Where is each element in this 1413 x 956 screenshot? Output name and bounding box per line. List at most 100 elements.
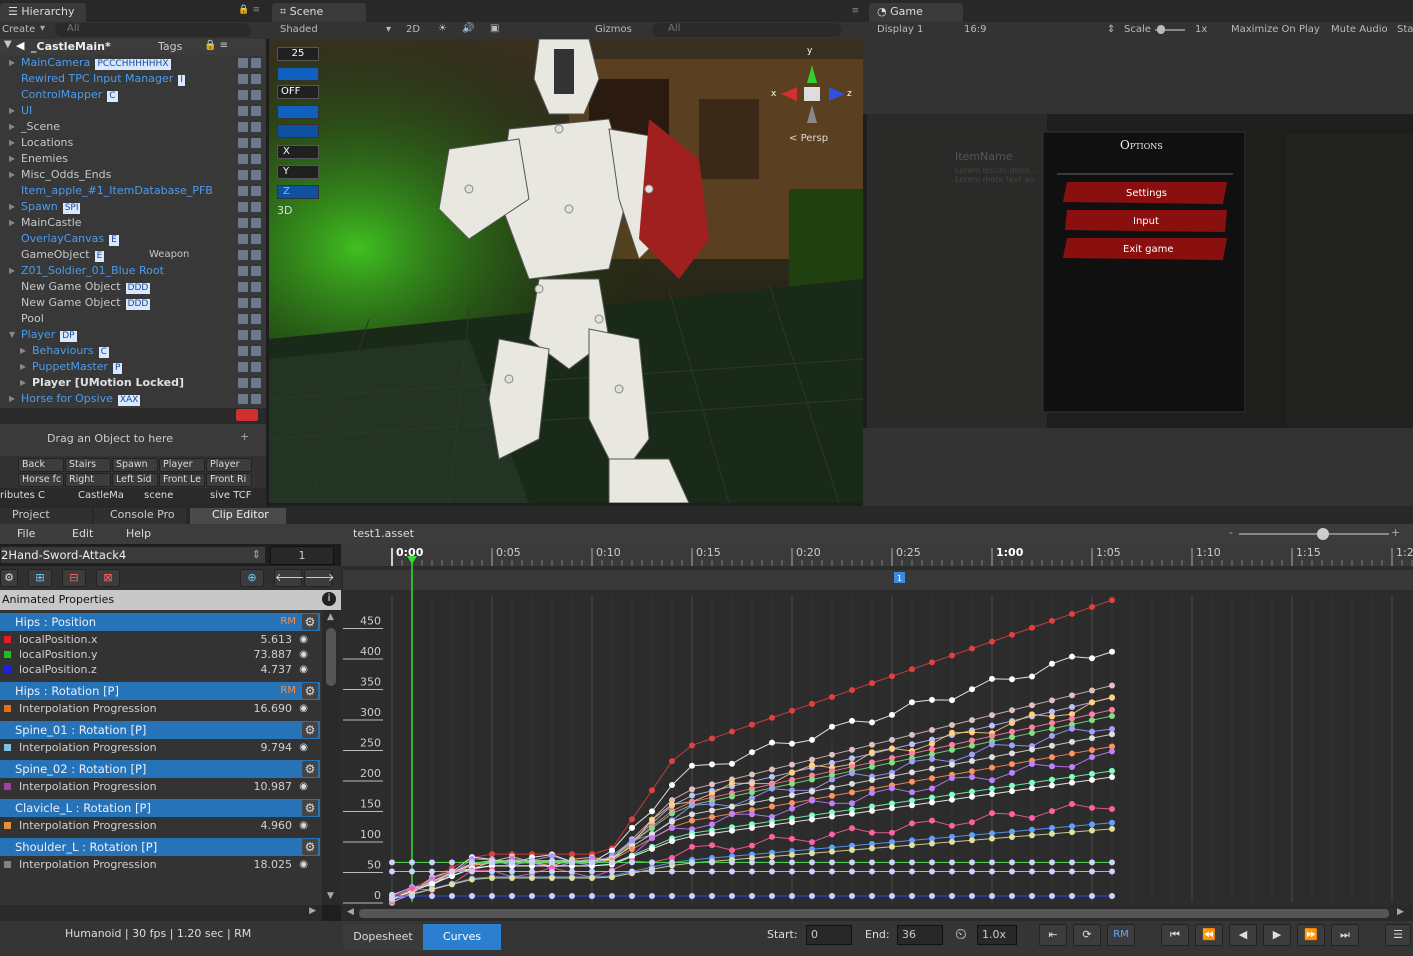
keyframe-point[interactable] — [1029, 815, 1035, 822]
property-group-header[interactable]: Spine_01 : Rotation [P] ⚙ — [0, 721, 320, 739]
keyframe-point[interactable] — [1009, 859, 1015, 866]
keyframe-point[interactable] — [989, 712, 995, 719]
hierarchy-item[interactable]: Rewired TPC Input Manager I — [0, 71, 266, 87]
keyframe-point[interactable] — [1069, 738, 1075, 745]
keyframe-point[interactable] — [1029, 673, 1035, 680]
keyframe-point[interactable] — [1029, 785, 1035, 792]
keyframe-point[interactable] — [989, 892, 995, 899]
visibility-toggle-icon[interactable] — [235, 249, 263, 261]
keyframe-point[interactable] — [1089, 859, 1095, 866]
keyframe-point[interactable] — [729, 868, 735, 875]
keyframe-point[interactable] — [389, 859, 395, 866]
keyframe-point[interactable] — [749, 721, 755, 728]
keyframe-point[interactable] — [1009, 676, 1015, 683]
keyframe-point[interactable] — [1089, 868, 1095, 875]
hierarchy-item[interactable]: ▼ Player DP — [0, 327, 266, 343]
keyframe-point[interactable] — [889, 892, 895, 899]
keyframe-point[interactable] — [429, 868, 435, 875]
tab-console-pro[interactable]: Console Pro — [94, 508, 186, 524]
expand-arrow-icon[interactable]: ▼ — [9, 327, 15, 343]
keyframe-point[interactable] — [1089, 687, 1095, 694]
keyframe-point[interactable] — [989, 790, 995, 797]
keyframe-point[interactable] — [509, 874, 515, 881]
scene-tab[interactable]: sive TCF — [198, 490, 262, 505]
keyframe-point[interactable] — [769, 714, 775, 721]
visibility-toggle-icon[interactable] — [235, 313, 263, 325]
keyframe-point[interactable] — [529, 874, 535, 881]
keyframe-point[interactable] — [889, 711, 895, 718]
tags-label[interactable]: Tags — [158, 40, 182, 53]
property-value[interactable]: 9.794 — [261, 740, 293, 755]
keyframe-point[interactable] — [1069, 800, 1075, 807]
keyframe-point[interactable] — [1009, 707, 1015, 714]
keyframe-point[interactable] — [1109, 726, 1115, 733]
keyframe-point[interactable] — [729, 780, 735, 787]
keyframe-point[interactable] — [809, 762, 815, 769]
drag-target[interactable]: Drag an Object to here + — [0, 424, 266, 456]
keyframe-point[interactable] — [709, 800, 715, 807]
keyframe-point[interactable] — [729, 811, 735, 818]
keyframe-point[interactable] — [1009, 742, 1015, 749]
keyframe-point[interactable] — [589, 874, 595, 881]
keyframe-point[interactable] — [609, 892, 615, 899]
keyframe-point[interactable] — [829, 751, 835, 758]
keyframe-point[interactable] — [1009, 719, 1015, 726]
keyframe-point[interactable] — [949, 822, 955, 829]
keyframe-point[interactable] — [949, 722, 955, 729]
keyframe-point[interactable] — [609, 874, 615, 881]
keyframe-point[interactable] — [749, 842, 755, 849]
keyframe-point[interactable] — [1069, 692, 1075, 699]
keyframe-point[interactable] — [629, 868, 635, 875]
keyframe-point[interactable] — [789, 892, 795, 899]
keyframe-point[interactable] — [909, 842, 915, 849]
keyframe-point[interactable] — [1069, 610, 1075, 617]
sun-icon[interactable]: ☀ — [438, 23, 447, 34]
keyframe-point[interactable] — [1009, 750, 1015, 757]
keyframe-point[interactable] — [829, 693, 835, 700]
keyframe-point[interactable] — [929, 755, 935, 762]
keyframe-point[interactable] — [849, 825, 855, 832]
visibility-toggle-icon[interactable] — [235, 73, 263, 85]
keyframe-point[interactable] — [909, 802, 915, 809]
keyframe-point[interactable] — [829, 831, 835, 838]
keyframe-point[interactable] — [969, 788, 975, 795]
property-value[interactable]: 18.025 — [254, 857, 293, 872]
keyframe-point[interactable] — [1049, 754, 1055, 761]
keyframe-point[interactable] — [869, 777, 875, 784]
keyframe-point[interactable] — [549, 892, 555, 899]
keyframe-point[interactable] — [909, 892, 915, 899]
bookmark-button[interactable]: Front Ri — [206, 473, 252, 487]
keyframe-point[interactable] — [949, 859, 955, 866]
scene-header[interactable]: ▼ ◀ _CastleMain* Tags 🔒 ≡ — [0, 39, 266, 55]
keyframe-point[interactable] — [689, 742, 695, 749]
eye-icon[interactable]: ◉ — [299, 662, 308, 677]
first-frame-icon[interactable]: ⏮ — [1161, 924, 1189, 946]
keyframe-point[interactable] — [1089, 754, 1095, 761]
bookmark-button[interactable]: Stairs — [65, 458, 111, 472]
keyframe-point[interactable] — [729, 803, 735, 810]
keyframe-point[interactable] — [649, 808, 655, 815]
gear-icon[interactable]: ⚙ — [0, 569, 18, 587]
keyframe-point[interactable] — [689, 811, 695, 818]
keyframe-point[interactable] — [1109, 731, 1115, 738]
keyframe-point[interactable] — [1049, 825, 1055, 832]
keyframe-point[interactable] — [449, 859, 455, 866]
keyframe-point[interactable] — [889, 868, 895, 875]
keyframe-point[interactable] — [1109, 694, 1115, 701]
arrow-left-icon[interactable]: 🡐 — [274, 569, 305, 587]
dropdown-arrow-icon[interactable]: ▾ — [386, 24, 391, 35]
visibility-toggle-icon[interactable] — [235, 105, 263, 117]
layers-icon[interactable]: ☰ — [1385, 924, 1411, 946]
hierarchy-item[interactable]: ▶ Horse for Opsive XAX — [0, 391, 266, 407]
keyframe-point[interactable] — [729, 859, 735, 866]
eye-icon[interactable] — [277, 67, 319, 81]
keyframe-point[interactable] — [549, 874, 555, 881]
keyframe-point[interactable] — [649, 892, 655, 899]
keyframe-point[interactable] — [489, 851, 495, 858]
keyframe-point[interactable] — [889, 805, 895, 812]
keyframe-point[interactable] — [1069, 653, 1075, 660]
keyframe-point[interactable] — [969, 819, 975, 826]
last-frame-icon[interactable]: ⏭ — [1331, 924, 1359, 946]
keyframe-point[interactable] — [669, 781, 675, 788]
property-group-header[interactable]: Shoulder_L : Rotation [P] ⚙ — [0, 838, 320, 856]
